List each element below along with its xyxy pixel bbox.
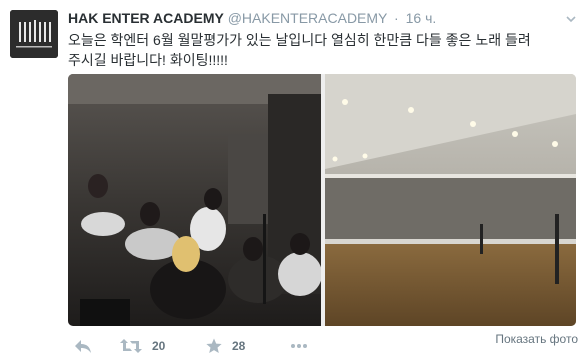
tweet-text-line: 오늘은 학엔터 6월 월말평가가 있는 날입니다 열심히 한만큼 다들 좋은 노…: [68, 32, 531, 48]
tweet-timestamp[interactable]: 16 ч.: [406, 10, 437, 26]
retweet-button[interactable]: 20: [120, 338, 165, 354]
time-separator: ·: [394, 10, 399, 26]
more-icon: [290, 338, 308, 354]
retweet-count: 20: [152, 339, 166, 353]
photo-dance-studio[interactable]: [325, 74, 576, 326]
reply-button[interactable]: [74, 338, 92, 354]
avatar[interactable]: [10, 10, 58, 58]
photo-audience[interactable]: [68, 74, 321, 326]
reply-icon: [74, 338, 92, 354]
chevron-down-icon[interactable]: [565, 12, 577, 24]
author-fullname[interactable]: HAK ENTER ACADEMY: [68, 10, 224, 26]
retweet-icon: [120, 338, 142, 354]
more-button[interactable]: [290, 338, 308, 354]
tweet-header: HAK ENTER ACADEMY @HAKENTERACADEMY · 16 …: [68, 10, 436, 26]
tweet-text-line: 주시길 바랍니다! 화이팅!!!!!: [68, 52, 228, 68]
star-icon: [206, 338, 222, 354]
favorite-count: 28: [232, 339, 246, 353]
media-grid: [68, 74, 576, 326]
author-username[interactable]: @HAKENTERACADEMY: [228, 10, 387, 26]
tweet-text: 오늘은 학엔터 6월 월말평가가 있는 날입니다 열심히 한만큼 다들 좋은 노…: [68, 30, 568, 70]
show-photo-link[interactable]: Показать фото: [495, 332, 578, 346]
favorite-button[interactable]: 28: [206, 338, 245, 354]
